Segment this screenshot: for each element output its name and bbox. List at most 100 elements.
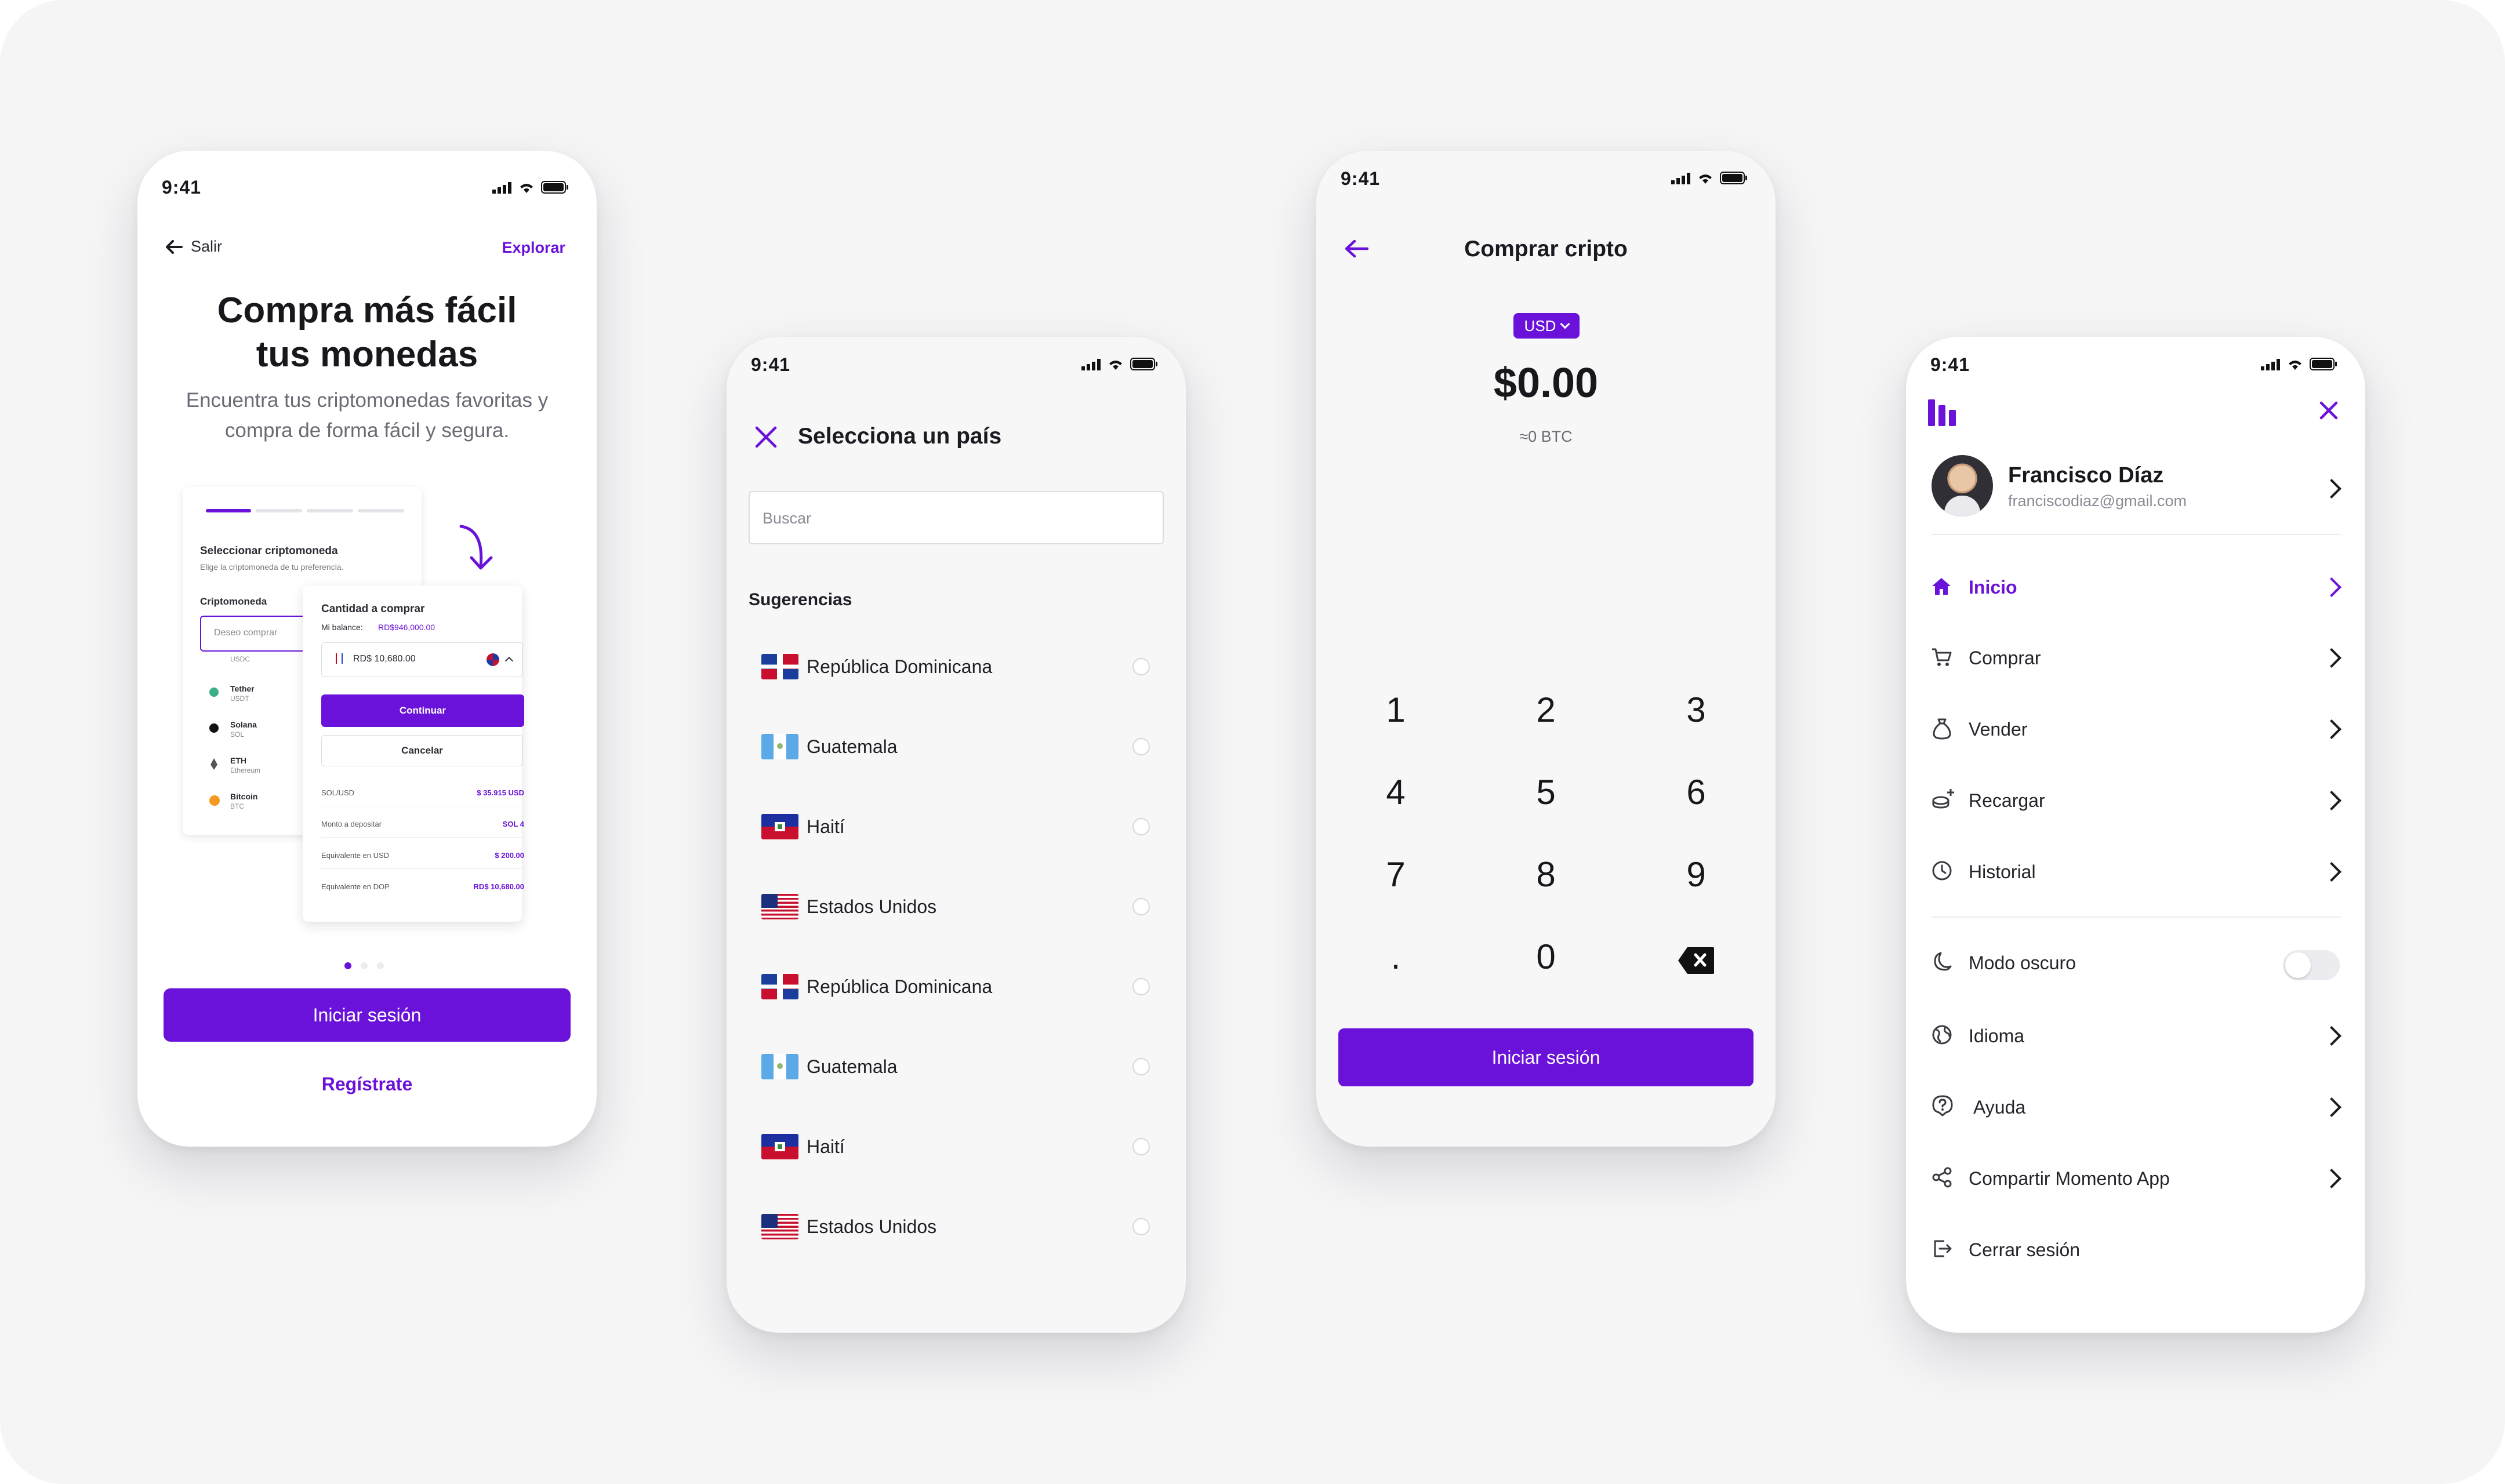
menu-item-logout[interactable]: Cerrar sesión	[1906, 1220, 2365, 1278]
signal-icon	[1081, 359, 1101, 370]
country-radio[interactable]	[1132, 658, 1150, 675]
menu-item-label: Cerrar sesión	[1969, 1239, 2081, 1260]
illustration-coin-list: USDC Tether USDT Solana SOL ETH Ethereum…	[200, 655, 299, 829]
chevron-right-icon	[2322, 1097, 2341, 1117]
battery-icon	[2310, 358, 2337, 370]
guatemala-flag-icon	[761, 1054, 798, 1079]
country-item[interactable]: Guatemala	[727, 707, 1186, 787]
close-icon[interactable]	[754, 425, 778, 449]
country-item[interactable]: Guatemala	[727, 1027, 1186, 1107]
coins-plus-icon	[1932, 789, 1954, 809]
country-radio[interactable]	[1132, 1058, 1150, 1075]
key-4[interactable]: 4	[1349, 772, 1442, 812]
wifi-icon	[2289, 361, 2301, 370]
key-decimal[interactable]: .	[1349, 937, 1442, 977]
key-0[interactable]: 0	[1500, 937, 1592, 977]
status-time: 9:41	[751, 354, 791, 375]
battery-icon	[1130, 358, 1157, 370]
country-radio[interactable]	[1132, 978, 1150, 995]
menu-item-label: Modo oscuro	[1969, 952, 2076, 973]
signal-icon	[492, 182, 511, 194]
back-button[interactable]: Salir	[165, 238, 222, 256]
menu-item-label: Historial	[1969, 861, 2036, 882]
country-name: Guatemala	[807, 736, 898, 757]
pagination-dot[interactable]	[361, 962, 368, 969]
menu-item-comprar[interactable]: Comprar	[1906, 628, 2365, 686]
numeric-keypad: 1 2 3 4 5 6 7 8 9 . 0	[1316, 151, 1776, 1147]
menu-item-recargar[interactable]: Recargar	[1906, 770, 2365, 828]
country-item[interactable]: Estados Unidos	[727, 867, 1186, 947]
country-name: Estados Unidos	[807, 896, 937, 917]
wifi-icon	[520, 184, 533, 193]
divider	[1932, 916, 2341, 918]
illustration-balance-value: RD$946,000.00	[378, 623, 435, 632]
curved-arrow-icon	[459, 525, 493, 570]
menu-item-ayuda[interactable]: Ayuda	[1906, 1077, 2365, 1135]
chevron-right-icon	[2322, 1169, 2341, 1188]
close-icon[interactable]	[2319, 401, 2339, 420]
suggestions-heading: Sugerencias	[749, 590, 852, 609]
status-icons	[492, 181, 569, 194]
pagination-dots	[344, 962, 384, 969]
money-bag-icon	[1933, 718, 1951, 740]
dark-mode-toggle[interactable]	[2283, 950, 2340, 980]
menu-item-idioma[interactable]: Idioma	[1906, 1006, 2365, 1064]
menu-item-inicio[interactable]: Inicio	[1906, 557, 2365, 615]
headline: Compra más fácil tus monedas	[137, 289, 597, 377]
key-2[interactable]: 2	[1500, 690, 1592, 730]
pagination-dot-active[interactable]	[344, 962, 351, 969]
country-radio[interactable]	[1132, 1218, 1150, 1235]
subtitle-line-1: Encuentra tus criptomonedas favoritas y	[186, 389, 549, 412]
country-select-screen: 9:41 Selecciona un país Buscar Sugerenci…	[727, 337, 1186, 1333]
chevron-right-icon	[2322, 479, 2341, 499]
country-item[interactable]: Estados Unidos	[727, 1187, 1186, 1267]
toggle-knob	[2285, 952, 2311, 978]
country-radio[interactable]	[1132, 898, 1150, 915]
menu-item-label: Recargar	[1969, 790, 2045, 811]
chevron-right-icon	[2322, 1026, 2341, 1046]
headline-line-2: tus monedas	[256, 334, 478, 374]
avatar	[1932, 455, 1993, 517]
side-menu-screen: 9:41 Francisco Díaz franciscodiaz@gmail.…	[1906, 337, 2365, 1333]
explore-link[interactable]: Explorar	[502, 239, 565, 257]
country-radio[interactable]	[1132, 738, 1150, 755]
key-3[interactable]: 3	[1650, 690, 1742, 730]
key-8[interactable]: 8	[1500, 854, 1592, 894]
country-item[interactable]: Haití	[727, 1107, 1186, 1187]
divider	[1932, 534, 2341, 535]
illustration-select-title: Seleccionar criptomoneda	[200, 545, 338, 557]
battery-icon	[541, 181, 568, 194]
user-name: Francisco Díaz	[2008, 463, 2164, 488]
login-button[interactable]: Iniciar sesión	[164, 988, 571, 1042]
backspace-icon[interactable]	[1677, 946, 1715, 975]
country-radio[interactable]	[1132, 1138, 1150, 1155]
key-6[interactable]: 6	[1650, 772, 1742, 812]
chevron-right-icon	[2322, 577, 2341, 597]
pagination-dot[interactable]	[377, 962, 384, 969]
menu-item-label: Ayuda	[1973, 1097, 2026, 1118]
illustration-amount-card: Cantidad a comprar Mi balance: RD$946,00…	[303, 585, 524, 922]
register-link[interactable]: Regístrate	[137, 1074, 597, 1095]
guatemala-flag-icon	[761, 734, 798, 759]
country-name: Guatemala	[807, 1056, 898, 1077]
share-icon	[1932, 1167, 1952, 1188]
dominican-republic-flag-icon	[761, 654, 798, 679]
menu-item-compartir[interactable]: Compartir Momento App	[1906, 1148, 2365, 1206]
country-radio[interactable]	[1132, 818, 1150, 835]
country-item[interactable]: República Dominicana	[727, 627, 1186, 707]
country-name: Haití	[807, 1136, 845, 1157]
key-1[interactable]: 1	[1349, 690, 1442, 730]
menu-item-historial[interactable]: Historial	[1906, 842, 2365, 900]
login-button[interactable]: Iniciar sesión	[1338, 1028, 1754, 1086]
status-time: 9:41	[1930, 354, 1970, 375]
key-9[interactable]: 9	[1650, 854, 1742, 894]
country-item[interactable]: Haití	[727, 787, 1186, 867]
onboarding-screen: 9:41 Salir Explorar Compra más fácil tus…	[137, 151, 597, 1147]
search-input[interactable]: Buscar	[749, 491, 1164, 544]
menu-item-vender[interactable]: Vender	[1906, 699, 2365, 757]
home-icon	[1932, 578, 1951, 595]
key-7[interactable]: 7	[1349, 854, 1442, 894]
profile-header[interactable]: Francisco Díaz franciscodiaz@gmail.com	[1906, 453, 2365, 522]
country-item[interactable]: República Dominicana	[727, 947, 1186, 1027]
key-5[interactable]: 5	[1500, 772, 1592, 812]
